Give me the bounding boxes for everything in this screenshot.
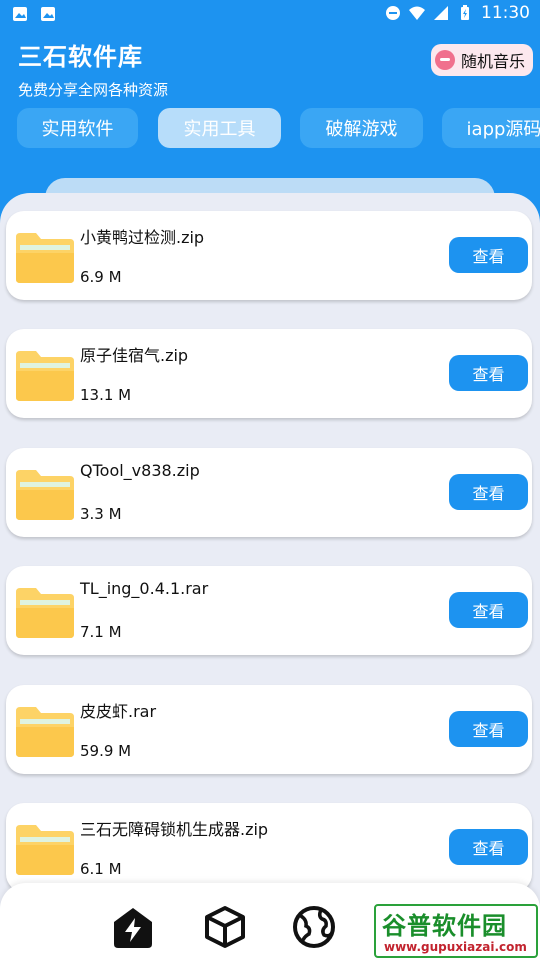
file-card[interactable]: TL_ing_0.4.1.rar 7.1 M 查看 [6,566,532,655]
view-button[interactable]: 查看 [449,592,528,628]
tab-cracked-games[interactable]: 破解游戏 [300,108,423,148]
cube-icon[interactable] [202,904,248,950]
folder-icon [16,233,74,283]
view-button[interactable]: 查看 [449,829,528,865]
file-card[interactable]: 三石无障碍锁机生成器.zip 6.1 M 查看 [6,803,532,892]
music-ball-icon [435,50,455,70]
watermark-logo: 谷普软件园 www.gupuxiazai.com [374,904,538,958]
view-button[interactable]: 查看 [449,474,528,510]
random-music-button[interactable]: 随机音乐 [431,44,533,76]
clock-time: 11:30 [481,3,530,23]
image-notification-icon [41,7,55,21]
file-card[interactable]: 皮皮虾.rar 59.9 M 查看 [6,685,532,774]
folder-icon [16,825,74,875]
file-size: 6.1 M [80,860,122,878]
watermark-url: www.gupuxiazai.com [384,940,527,954]
file-name: 皮皮虾.rar [80,702,157,721]
folder-icon [16,351,74,401]
app-subtitle: 免费分享全网各种资源 [18,81,169,99]
app-title: 三石软件库 [18,43,143,71]
folder-icon [16,588,74,638]
random-music-label: 随机音乐 [461,52,526,71]
file-card[interactable]: 小黄鸭过检测.zip 6.9 M 查看 [6,211,532,300]
file-name: QTool_v838.zip [80,461,200,480]
image-notification-icon [13,7,27,21]
wifi-icon [409,6,425,20]
file-size: 13.1 M [80,386,132,404]
status-bar: 11:30 [0,0,540,30]
file-card[interactable]: QTool_v838.zip 3.3 M 查看 [6,448,532,537]
file-size: 7.1 M [80,623,122,641]
battery-icon [461,5,469,20]
file-card[interactable]: 原子佳宿气.zip 13.1 M 查看 [6,329,532,418]
view-button[interactable]: 查看 [449,355,528,391]
watermark-title: 谷普软件园 [382,912,507,940]
file-name: 小黄鸭过检测.zip [80,228,205,247]
tab-iapp-source[interactable]: iapp源码 [442,108,540,148]
globe-icon[interactable] [291,904,337,950]
view-button[interactable]: 查看 [449,237,528,273]
flash-icon[interactable] [110,904,156,950]
category-tabs: 实用软件 实用工具 破解游戏 iapp源码 [17,108,540,148]
file-size: 59.9 M [80,742,132,760]
file-name: TL_ing_0.4.1.rar [80,579,209,598]
signal-icon [434,6,448,20]
file-size: 3.3 M [80,505,122,523]
tab-practical-tools[interactable]: 实用工具 [158,108,281,148]
tab-practical-software[interactable]: 实用软件 [17,108,138,148]
folder-icon [16,707,74,757]
folder-icon [16,470,74,520]
file-name: 三石无障碍锁机生成器.zip [80,820,269,839]
file-name: 原子佳宿气.zip [80,346,189,365]
do-not-disturb-icon [386,6,400,20]
view-button[interactable]: 查看 [449,711,528,747]
file-size: 6.9 M [80,268,122,286]
